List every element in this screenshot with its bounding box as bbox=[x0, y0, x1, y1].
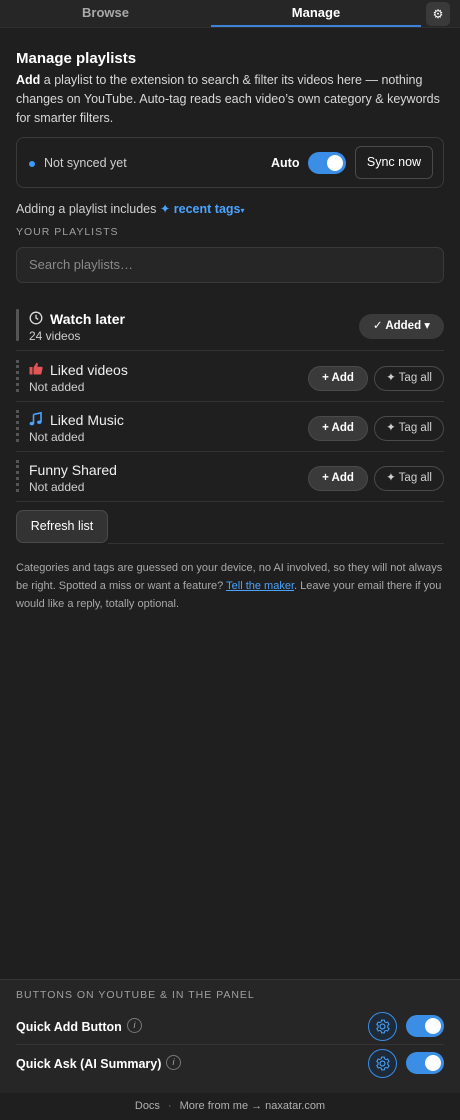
playlist-row: Liked videos Not added + Add ✦ Tag all bbox=[16, 352, 444, 402]
drag-handle-icon[interactable] bbox=[16, 410, 19, 442]
playlist-name: Watch later bbox=[50, 311, 125, 327]
playlist-status: Not added bbox=[29, 380, 85, 394]
section-label-buttons: BUTTONS ON YOUTUBE & IN THE PANEL bbox=[16, 989, 255, 1001]
tab-browse[interactable]: Browse bbox=[0, 0, 211, 27]
gear-icon[interactable] bbox=[368, 1049, 397, 1078]
playlist-count: 24 videos bbox=[29, 329, 81, 343]
added-dropdown-button[interactable]: ✓ Added ▾ bbox=[359, 314, 444, 339]
adding-info: Adding a playlist includes ✦ recent tags… bbox=[16, 201, 245, 216]
tab-bar: Browse Manage ⚙ bbox=[0, 0, 460, 28]
section-label-playlists: YOUR PLAYLISTS bbox=[16, 226, 119, 238]
setting-name: Quick Ask (AI Summary) bbox=[16, 1057, 162, 1071]
playlist-row: Liked Music Not added + Add ✦ Tag all bbox=[16, 402, 444, 452]
sync-status-dot-icon bbox=[29, 161, 35, 167]
toggle-knob bbox=[425, 1018, 441, 1034]
info-icon[interactable]: i bbox=[127, 1018, 142, 1033]
tag-all-button[interactable]: ✦ Tag all bbox=[374, 416, 444, 441]
playlist-row: Funny Shared Not added + Add ✦ Tag all bbox=[16, 452, 444, 502]
setting-name: Quick Add Button bbox=[16, 1020, 122, 1034]
intro-rest: a playlist to the extension to search & … bbox=[16, 73, 440, 125]
toggle-knob bbox=[327, 155, 343, 171]
sync-now-button[interactable]: Sync now bbox=[355, 146, 433, 179]
toggle-knob bbox=[425, 1055, 441, 1071]
auto-sync-toggle[interactable] bbox=[308, 152, 346, 174]
disclaimer-note: Categories and tags are guessed on your … bbox=[16, 559, 444, 613]
playlist-name: Liked Music bbox=[50, 412, 124, 428]
docs-link[interactable]: Docs bbox=[135, 1100, 160, 1112]
recent-tags-label: ✦ recent tags bbox=[159, 202, 241, 216]
info-icon[interactable]: i bbox=[166, 1055, 181, 1070]
playlist-status: Not added bbox=[29, 430, 85, 444]
tag-all-button[interactable]: ✦ Tag all bbox=[374, 366, 444, 391]
intro-text: Add a playlist to the extension to searc… bbox=[16, 71, 444, 128]
add-playlist-button[interactable]: + Add bbox=[308, 466, 368, 491]
refresh-list-button[interactable]: Refresh list bbox=[16, 510, 108, 543]
gear-icon[interactable] bbox=[368, 1012, 397, 1041]
setting-row-quick-ask: Quick Ask (AI Summary) i bbox=[16, 1046, 444, 1082]
divider bbox=[108, 543, 444, 544]
settings-gear-icon[interactable]: ⚙ bbox=[426, 2, 450, 26]
setting-row-quick-add: Quick Add Button i bbox=[16, 1009, 444, 1045]
tab-manage[interactable]: Manage bbox=[211, 0, 421, 27]
row-active-indicator bbox=[16, 309, 19, 341]
clock-icon bbox=[29, 311, 43, 328]
music-note-icon bbox=[29, 411, 42, 429]
quick-ask-toggle[interactable] bbox=[406, 1052, 444, 1074]
adding-text: Adding a playlist includes bbox=[16, 202, 160, 216]
add-playlist-button[interactable]: + Add bbox=[308, 416, 368, 441]
page-title: Manage playlists bbox=[16, 50, 137, 67]
chevron-down-icon: ▾ bbox=[240, 206, 245, 215]
playlist-status: Not added bbox=[29, 480, 85, 494]
footer-separator: · bbox=[167, 1100, 172, 1112]
auto-sync-label: Auto bbox=[271, 156, 300, 170]
sync-card: Not synced yet Auto Sync now bbox=[16, 137, 444, 188]
playlist-row: Watch later 24 videos ✓ Added ▾ bbox=[16, 301, 444, 351]
quick-add-toggle[interactable] bbox=[406, 1015, 444, 1037]
intro-bold: Add bbox=[16, 73, 41, 87]
sync-status-text: Not synced yet bbox=[44, 156, 127, 170]
footer: Docs · More from me → naxatar.com bbox=[0, 1093, 460, 1120]
more-from-me-link[interactable]: More from me → naxatar.com bbox=[180, 1100, 326, 1112]
tell-the-maker-link[interactable]: Tell the maker bbox=[226, 580, 294, 592]
tag-all-button[interactable]: ✦ Tag all bbox=[374, 466, 444, 491]
playlist-name: Funny Shared bbox=[29, 462, 117, 478]
thumbs-up-icon bbox=[29, 362, 43, 378]
youtube-buttons-panel: BUTTONS ON YOUTUBE & IN THE PANEL Quick … bbox=[0, 979, 460, 1093]
drag-handle-icon[interactable] bbox=[16, 360, 19, 392]
add-playlist-button[interactable]: + Add bbox=[308, 366, 368, 391]
search-playlists-input[interactable]: Search playlists… bbox=[16, 247, 444, 283]
recent-tags-dropdown[interactable]: ✦ recent tags▾ bbox=[160, 202, 245, 216]
playlist-name: Liked videos bbox=[50, 362, 128, 378]
drag-handle-icon[interactable] bbox=[16, 460, 19, 492]
